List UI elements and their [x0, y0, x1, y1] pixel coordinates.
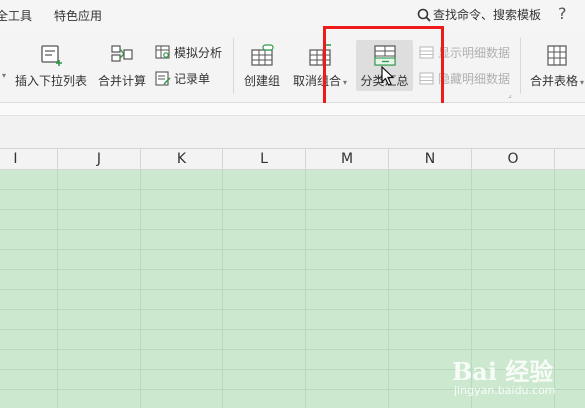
column-header-row: I J K L M N O: [0, 148, 585, 170]
record-form-label: 记录单: [174, 72, 211, 86]
ribbon-footer-strip: [0, 103, 585, 116]
merge-table-icon: [547, 45, 567, 66]
watermark-brand: Bai 经验: [452, 357, 554, 386]
consolidate-button[interactable]: 合并计算: [96, 44, 148, 89]
column-header[interactable]: N: [389, 149, 472, 169]
watermark: Bai 经验 jingyan.baidu.com: [452, 352, 582, 404]
simulation-analysis-label: 模拟分析: [174, 46, 223, 60]
menu-bar: 全工具 特色应用 查找命令、搜索模板 ?: [0, 0, 585, 30]
create-group-label: 创建组: [243, 74, 280, 88]
column-header[interactable]: K: [141, 149, 223, 169]
tab-special-apps[interactable]: 特色应用: [54, 7, 102, 24]
hide-detail-label: 隐藏明细数据: [438, 72, 511, 86]
help-button[interactable]: ?: [558, 4, 567, 23]
column-header[interactable]: O: [472, 149, 555, 169]
column-header[interactable]: L: [223, 149, 306, 169]
search-label: 查找命令、搜索模板: [433, 8, 542, 22]
chevron-down-icon[interactable]: ▾: [2, 71, 6, 80]
insert-dropdown-list-label: 插入下拉列表: [14, 74, 87, 88]
search-icon: [417, 8, 431, 22]
record-form-button[interactable]: 记录单: [155, 70, 210, 87]
simulation-analysis-button[interactable]: 模拟分析: [155, 44, 222, 61]
column-header[interactable]: I: [0, 149, 58, 169]
create-group-icon: [251, 44, 274, 66]
tab-tools[interactable]: 全工具: [0, 7, 32, 24]
analysis-icon: [155, 45, 170, 59]
show-detail-label: 显示明细数据: [438, 46, 511, 60]
mouse-cursor-icon: [381, 66, 395, 86]
create-group-button[interactable]: 创建组: [242, 44, 282, 89]
dialog-launcher-icon[interactable]: ⌟: [508, 90, 512, 99]
insert-dropdown-list-button[interactable]: 插入下拉列表: [14, 44, 88, 89]
record-form-icon: [155, 71, 171, 86]
command-search[interactable]: 查找命令、搜索模板: [417, 6, 541, 23]
consolidate-icon: [111, 45, 133, 62]
watermark-url: jingyan.baidu.com: [454, 384, 556, 397]
column-header[interactable]: J: [58, 149, 141, 169]
merge-table-button[interactable]: 合并表格 ▾: [528, 44, 585, 89]
consolidate-label: 合并计算: [97, 74, 146, 88]
merge-table-label: 合并表格: [529, 74, 578, 88]
chevron-down-icon[interactable]: ▾: [580, 78, 584, 87]
ribbon-separator: [520, 38, 521, 94]
column-header[interactable]: M: [306, 149, 389, 169]
dropdown-list-icon: [41, 45, 62, 66]
formula-bar-area: [0, 116, 585, 148]
ribbon-separator: [233, 38, 234, 94]
